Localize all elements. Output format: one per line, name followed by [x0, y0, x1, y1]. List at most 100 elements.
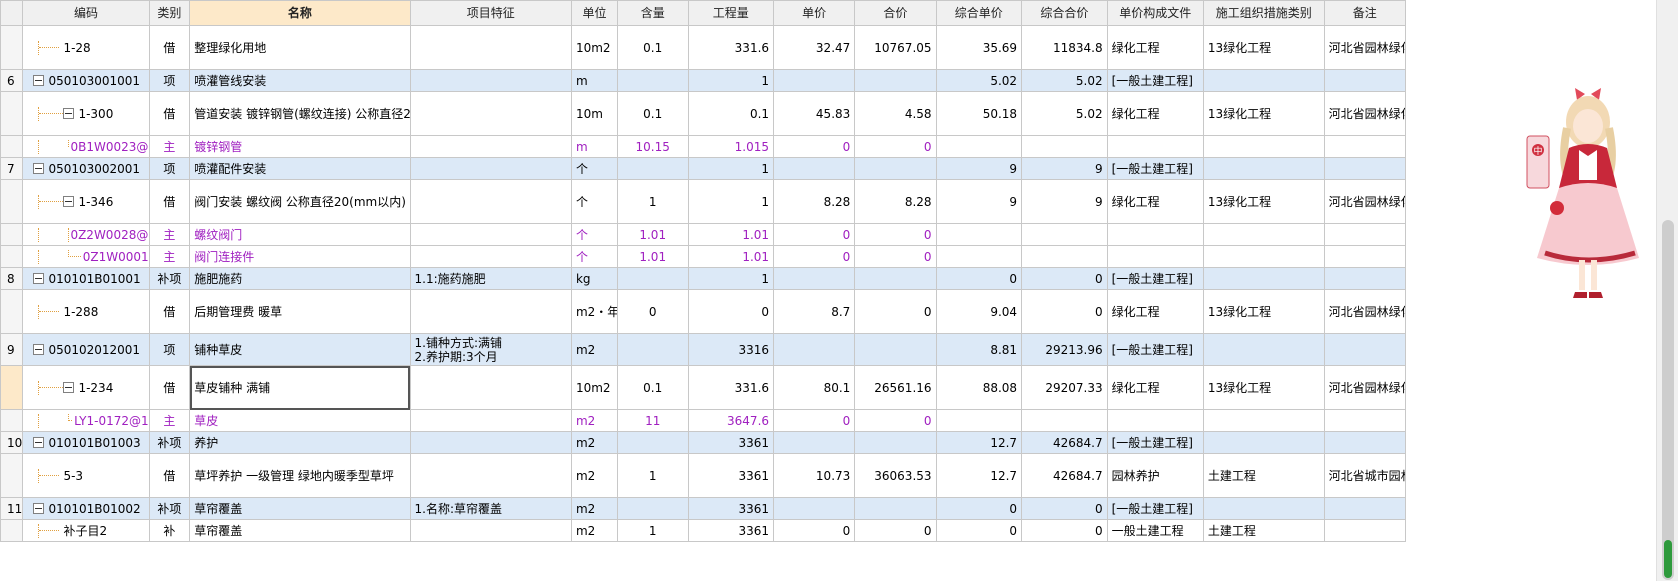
- col-header-unit[interactable]: 单位: [570, 0, 618, 26]
- cell-qty[interactable]: 1: [616, 179, 689, 224]
- cell-composite-total[interactable]: 5.02: [1021, 69, 1108, 92]
- cell-note[interactable]: 河北省园林绿化工程消耗量定额(2013): [1323, 91, 1407, 136]
- cell-composite-total[interactable]: 5.02: [1021, 91, 1108, 136]
- collapse-icon[interactable]: [33, 344, 45, 355]
- cell-price-file[interactable]: [1106, 135, 1204, 158]
- cell-price[interactable]: 0: [773, 135, 856, 158]
- cell-name[interactable]: 镀锌钢管: [189, 135, 411, 158]
- collapse-icon[interactable]: [63, 108, 75, 119]
- cell-qty[interactable]: 1: [616, 519, 689, 542]
- cell-price[interactable]: 0: [773, 245, 856, 268]
- cell-total[interactable]: 0: [854, 245, 937, 268]
- cell-feature[interactable]: [409, 453, 572, 498]
- col-header-type[interactable]: 类别: [148, 0, 191, 26]
- collapse-icon[interactable]: [33, 503, 45, 514]
- cell-type[interactable]: 主: [148, 135, 191, 158]
- cell-seq[interactable]: [0, 289, 24, 334]
- cell-measure-category[interactable]: 13绿化工程: [1202, 179, 1325, 224]
- cell-code[interactable]: 1-300: [22, 91, 150, 136]
- cell-note[interactable]: [1323, 245, 1407, 268]
- cell-feature[interactable]: [409, 135, 572, 158]
- cell-measure-category[interactable]: [1202, 69, 1325, 92]
- cell-total[interactable]: [854, 267, 937, 290]
- cell-composite-price[interactable]: [935, 245, 1023, 268]
- cell-seq[interactable]: [0, 245, 24, 268]
- cell-unit[interactable]: m2: [570, 453, 618, 498]
- collapse-icon[interactable]: [33, 75, 45, 86]
- table-row-quota[interactable]: 1-234 借草皮铺种 满铺 10m2 0.1 331.6 80.1 26561.16 88.…: [0, 365, 1407, 410]
- cell-qty[interactable]: [616, 267, 689, 290]
- cell-seq[interactable]: 7: [0, 157, 24, 180]
- cell-total[interactable]: 0: [854, 135, 937, 158]
- cell-price[interactable]: 0: [773, 223, 856, 246]
- cell-type[interactable]: 借: [148, 91, 191, 136]
- cell-amount[interactable]: 1: [687, 157, 775, 180]
- cell-name[interactable]: 阀门连接件: [189, 245, 411, 268]
- cell-name[interactable]: 施肥施药: [189, 267, 411, 290]
- cell-price-file[interactable]: 绿化工程: [1106, 91, 1204, 136]
- cell-code[interactable]: 5-3: [22, 453, 150, 498]
- cell-price-file[interactable]: [一般土建工程]: [1106, 497, 1204, 520]
- cell-composite-total[interactable]: 0: [1021, 519, 1108, 542]
- cell-code[interactable]: 1-346: [22, 179, 150, 224]
- cell-name[interactable]: 管道安装 镀锌钢管(螺纹连接) 公称直径20(mm以内): [189, 91, 411, 136]
- cell-name[interactable]: 铺种草皮: [189, 333, 411, 366]
- cell-composite-price[interactable]: 12.7: [935, 453, 1023, 498]
- cell-code[interactable]: 1-288: [22, 289, 150, 334]
- cell-price-file[interactable]: 绿化工程: [1106, 289, 1204, 334]
- cell-total[interactable]: [854, 497, 937, 520]
- cell-feature[interactable]: [409, 223, 572, 246]
- cell-seq[interactable]: [0, 25, 24, 70]
- cell-measure-category[interactable]: 13绿化工程: [1202, 25, 1325, 70]
- table-row-quota[interactable]: 5-3 借草坪养护 一级管理 绿地内暖季型草坪 m2 1 3361 10.73 36063.…: [0, 453, 1407, 498]
- cell-price[interactable]: 8.7: [773, 289, 856, 334]
- cell-type[interactable]: 借: [148, 25, 191, 70]
- cell-composite-price[interactable]: 8.81: [935, 333, 1023, 366]
- col-header-amount[interactable]: 工程量: [687, 0, 775, 26]
- cell-composite-price[interactable]: [935, 409, 1023, 432]
- cell-amount[interactable]: 3361: [687, 453, 775, 498]
- cell-price[interactable]: 10.73: [773, 453, 856, 498]
- cell-name[interactable]: 草坪养护 一级管理 绿地内暖季型草坪: [189, 453, 411, 498]
- cell-unit[interactable]: m2: [570, 519, 618, 542]
- cell-seq[interactable]: [0, 453, 24, 498]
- cell-code[interactable]: 0Z1W0001: [22, 245, 150, 268]
- col-header-feature[interactable]: 项目特征: [409, 0, 572, 26]
- cell-price-file[interactable]: 园林养护: [1106, 453, 1204, 498]
- cell-qty[interactable]: [616, 333, 689, 366]
- cell-note[interactable]: [1323, 135, 1407, 158]
- cell-composite-total[interactable]: 9: [1021, 179, 1108, 224]
- table-row-material[interactable]: 0B1W0023@1 主镀锌钢管 m 10.15 1.015 0 0: [0, 135, 1407, 158]
- col-header-code[interactable]: 编码: [22, 0, 150, 26]
- cell-composite-total[interactable]: [1021, 223, 1108, 246]
- cell-feature[interactable]: [409, 519, 572, 542]
- table-row-item[interactable]: 8 010101B01001 补项 施肥施药 1.1:施药施肥 kg 1 0 0 [一般土建工程]: [0, 267, 1407, 290]
- cell-code[interactable]: 010101B01002: [22, 497, 150, 520]
- cell-note[interactable]: [1323, 409, 1407, 432]
- cell-price-file[interactable]: 绿化工程: [1106, 25, 1204, 70]
- cell-amount[interactable]: 3361: [687, 497, 775, 520]
- cell-type[interactable]: 借: [148, 289, 191, 334]
- cell-seq[interactable]: [0, 519, 24, 542]
- cell-feature[interactable]: [409, 91, 572, 136]
- cell-note[interactable]: 河北省园林绿化工程消耗量定额(2013): [1323, 25, 1407, 70]
- cell-feature[interactable]: [409, 245, 572, 268]
- table-row-item[interactable]: 7 050103002001 项喷灌配件安装个 1 9 9 [一般土建工程]: [0, 157, 1407, 180]
- cell-composite-price[interactable]: 9: [935, 157, 1023, 180]
- cell-name[interactable]: 整理绿化用地: [189, 25, 411, 70]
- cell-measure-category[interactable]: 土建工程: [1202, 519, 1325, 542]
- cell-name[interactable]: 喷灌配件安装: [189, 157, 411, 180]
- cell-type[interactable]: 补项: [148, 497, 191, 520]
- table-row-item[interactable]: 11 010101B01002 补项 草帘覆盖 1.名称:草帘覆盖 m2 3361 0 0 [一般…: [0, 497, 1407, 520]
- cell-unit[interactable]: 10m2: [570, 365, 618, 410]
- cell-measure-category[interactable]: 13绿化工程: [1202, 365, 1325, 410]
- cell-qty[interactable]: 10.15: [616, 135, 689, 158]
- col-header-total[interactable]: 合价: [854, 0, 937, 26]
- cell-qty[interactable]: 1.01: [616, 245, 689, 268]
- cell-amount[interactable]: 1: [687, 179, 775, 224]
- cell-seq[interactable]: [0, 365, 24, 410]
- cell-total[interactable]: 0: [854, 519, 937, 542]
- collapse-icon[interactable]: [33, 163, 45, 174]
- cell-feature[interactable]: 1.名称:草帘覆盖: [409, 497, 572, 520]
- cell-note[interactable]: [1323, 497, 1407, 520]
